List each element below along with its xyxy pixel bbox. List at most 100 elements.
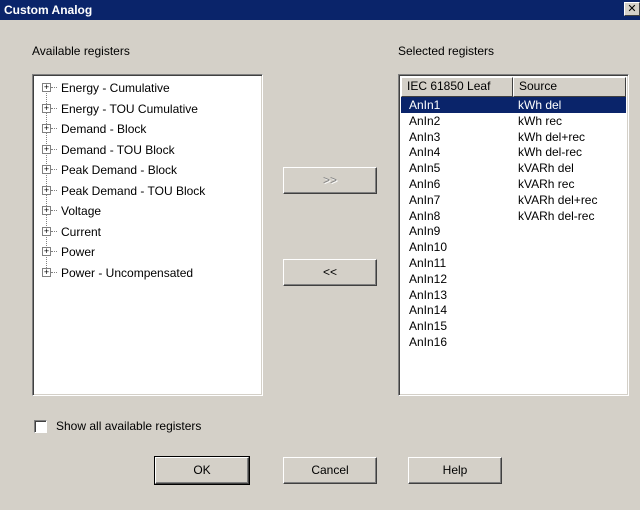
leaf-cell: AnIn5 <box>409 161 441 176</box>
leaf-cell: AnIn2 <box>409 113 441 128</box>
expand-icon[interactable]: + <box>42 206 51 215</box>
list-row[interactable]: AnIn10 <box>401 239 626 255</box>
expand-icon[interactable]: + <box>42 247 51 256</box>
leaf-cell: AnIn7 <box>409 192 441 207</box>
leaf-cell: AnIn14 <box>409 303 448 318</box>
tree-connector <box>51 251 57 252</box>
list-row[interactable]: AnIn13 <box>401 287 626 303</box>
selected-registers-list[interactable]: IEC 61850 Leaf Source AnIn1 kWh del AnIn2 k… <box>398 74 629 396</box>
list-row[interactable]: AnIn7 kVARh del+rec <box>401 192 626 208</box>
leaf-cell: AnIn3 <box>409 129 441 144</box>
leaf-cell: AnIn12 <box>409 271 448 286</box>
tree-item-label: Peak Demand - TOU Block <box>61 183 206 198</box>
tree-item[interactable]: + Peak Demand - TOU Block <box>33 182 262 203</box>
tree-item[interactable]: + Power - Uncompensated <box>33 264 262 285</box>
tree-connector <box>51 148 57 150</box>
tree-item-label: Demand - Block <box>61 122 147 136</box>
add-register-button[interactable]: >> <box>283 167 377 194</box>
tree-connector <box>51 210 57 211</box>
tree-item[interactable]: + Voltage <box>33 202 262 223</box>
source-cell: kWh del-rec <box>518 145 583 160</box>
list-row[interactable]: AnIn2 kWh rec <box>401 113 626 129</box>
tree-item[interactable]: + Peak Demand - Block <box>33 161 262 182</box>
show-all-label[interactable]: Show all available registers <box>56 419 201 433</box>
leaf-cell: AnIn1 <box>409 98 441 112</box>
leaf-cell: AnIn13 <box>409 287 448 302</box>
source-cell <box>513 239 626 255</box>
cancel-button[interactable]: Cancel <box>283 457 377 484</box>
source-cell: kWh del+rec <box>518 129 586 144</box>
list-row[interactable]: AnIn6 kVARh rec <box>401 176 626 192</box>
tree-connector <box>51 87 57 88</box>
source-cell <box>513 334 626 350</box>
expand-icon[interactable]: + <box>42 165 51 174</box>
selected-rows: AnIn1 kWh del AnIn2 kWh rec AnIn3 kWh del+rec… <box>399 97 628 350</box>
expand-icon[interactable]: + <box>42 267 51 277</box>
list-row[interactable]: AnIn9 <box>401 223 626 239</box>
tree-connector <box>51 189 57 191</box>
list-header: IEC 61850 Leaf Source <box>401 77 626 97</box>
expand-icon[interactable]: + <box>42 226 51 236</box>
list-row[interactable]: AnIn15 <box>401 318 626 334</box>
source-cell: kVARh del-rec <box>518 208 595 223</box>
source-cell <box>513 271 626 287</box>
list-row[interactable]: AnIn1 kWh del <box>401 97 626 113</box>
show-all-checkbox[interactable] <box>34 420 47 433</box>
remove-register-button[interactable]: << <box>283 259 377 286</box>
list-row[interactable]: AnIn8 kVARh del-rec <box>401 208 626 224</box>
leaf-cell: AnIn11 <box>409 255 447 270</box>
tree-item-label: Peak Demand - Block <box>61 163 178 177</box>
expand-icon[interactable]: + <box>42 124 51 133</box>
close-icon[interactable]: ✕ <box>624 2 640 16</box>
tree-connector <box>51 107 57 109</box>
source-cell: kVARh del <box>518 161 574 176</box>
tree-item[interactable]: + Demand - Block <box>33 120 262 141</box>
source-cell: kWh rec <box>518 113 563 128</box>
list-row[interactable]: AnIn16 <box>401 334 626 350</box>
column-header-source[interactable]: Source <box>513 77 626 97</box>
tree-item-label: Power - Uncompensated <box>61 265 194 280</box>
tree-connector <box>51 230 57 232</box>
list-row[interactable]: AnIn14 <box>401 302 626 318</box>
window-title: Custom Analog <box>4 3 93 17</box>
tree-item[interactable]: + Current <box>33 223 262 244</box>
leaf-cell: AnIn10 <box>409 240 448 255</box>
source-cell: kWh del <box>518 98 562 112</box>
selected-registers-label: Selected registers <box>398 44 495 58</box>
help-button[interactable]: Help <box>408 457 502 484</box>
leaf-cell: AnIn9 <box>409 224 441 239</box>
list-row[interactable]: AnIn4 kWh del-rec <box>401 144 626 160</box>
expand-icon[interactable]: + <box>42 144 51 154</box>
title-bar: Custom Analog ✕ <box>0 0 640 20</box>
tree-item-label: Power <box>61 245 96 259</box>
tree-item-label: Energy - Cumulative <box>61 81 170 95</box>
expand-icon[interactable]: + <box>42 185 51 195</box>
tree-item-label: Energy - TOU Cumulative <box>61 101 198 116</box>
expand-icon[interactable]: + <box>42 83 51 92</box>
tree-item[interactable]: + Power <box>33 243 262 264</box>
tree-list: + Energy - Cumulative + Energy - TOU Cumula… <box>33 75 262 284</box>
tree-connector <box>51 169 57 170</box>
column-header-leaf[interactable]: IEC 61850 Leaf <box>401 77 513 97</box>
tree-item[interactable]: + Energy - TOU Cumulative <box>33 100 262 121</box>
available-registers-label: Available registers <box>32 44 130 58</box>
leaf-cell: AnIn4 <box>409 145 441 160</box>
expand-icon[interactable]: + <box>42 103 51 113</box>
leaf-cell: AnIn15 <box>409 319 448 334</box>
tree-item[interactable]: + Demand - TOU Block <box>33 141 262 162</box>
leaf-cell: AnIn16 <box>409 334 448 349</box>
tree-connector <box>51 271 57 273</box>
tree-item[interactable]: + Energy - Cumulative <box>33 79 262 100</box>
list-row[interactable]: AnIn5 kVARh del <box>401 160 626 176</box>
list-row[interactable]: AnIn12 <box>401 271 626 287</box>
source-cell: kVARh rec <box>518 176 575 191</box>
ok-button[interactable]: OK <box>154 456 250 485</box>
source-cell <box>513 302 626 318</box>
source-cell <box>513 318 626 334</box>
list-row[interactable]: AnIn11 <box>401 255 626 271</box>
source-cell <box>513 255 626 271</box>
tree-connector <box>51 128 57 129</box>
available-registers-tree[interactable]: + Energy - Cumulative + Energy - TOU Cumula… <box>32 74 263 396</box>
list-row[interactable]: AnIn3 kWh del+rec <box>401 129 626 145</box>
source-cell: kVARh del+rec <box>518 192 598 207</box>
